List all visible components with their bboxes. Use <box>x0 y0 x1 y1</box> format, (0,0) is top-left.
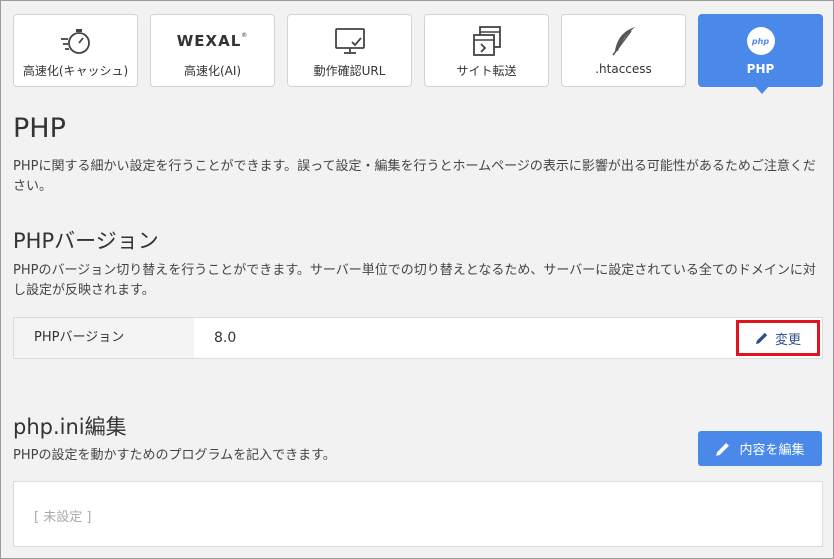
tab-check-url[interactable]: 動作確認URL <box>287 14 412 87</box>
tab-label: 高速化(キャッシュ) <box>22 64 129 78</box>
php-version-description: PHPのバージョン切り替えを行うことができます。サーバー単位での切り替えとなるた… <box>13 263 816 298</box>
change-button-label: 変更 <box>774 332 801 348</box>
php-ini-heading: php.ini編集 <box>13 415 127 439</box>
php-version-value: 8.0 <box>214 330 237 346</box>
monitor-check-icon <box>288 25 411 57</box>
tab-label: 動作確認URL <box>313 64 386 78</box>
tab-label: PHP <box>746 62 775 76</box>
php-icon: php <box>746 27 775 55</box>
feature-tabs: 高速化(キャッシュ) WEXAL ® 高速化(AI) 動作確認URL サイト転送… <box>13 14 823 94</box>
change-version-button[interactable]: 変更 <box>736 320 820 356</box>
tab-ai-speedup[interactable]: WEXAL ® 高速化(AI) <box>150 14 275 87</box>
tab-label: サイト転送 <box>456 64 517 78</box>
php-version-row: PHPバージョン 8.0 変更 <box>13 317 823 359</box>
wexal-logo: WEXAL ® <box>176 32 249 50</box>
page-title: PHP <box>13 113 66 144</box>
feather-icon <box>562 25 685 57</box>
page-description: PHPに関する細かい設定を行うことができます。誤って設定・編集を行うとホームペー… <box>13 159 816 194</box>
edit-content-button[interactable]: 内容を編集 <box>698 431 822 466</box>
php-ini-content: [ 未設定 ] <box>13 481 823 547</box>
php-version-heading: PHPバージョン <box>13 229 159 253</box>
unset-placeholder: [ 未設定 ] <box>34 510 92 525</box>
pencil-icon <box>755 332 768 344</box>
php-ini-description: PHPの設定を動かすためのプログラムを記入できます。 <box>13 448 336 463</box>
wexal-logo-text: WEXAL <box>176 32 242 50</box>
tab-label: 高速化(AI) <box>183 64 242 78</box>
tab-site-transfer[interactable]: サイト転送 <box>424 14 549 87</box>
edit-button-label: 内容を編集 <box>739 443 805 458</box>
site-transfer-icon <box>425 25 548 57</box>
tab-cache-speedup[interactable]: 高速化(キャッシュ) <box>13 14 138 87</box>
stopwatch-icon <box>14 25 137 57</box>
tab-label: .htaccess <box>595 62 652 76</box>
tab-htaccess[interactable]: .htaccess <box>561 14 686 87</box>
php-version-label: PHPバージョン <box>14 318 194 358</box>
pencil-icon <box>716 442 730 456</box>
tab-php[interactable]: php PHP <box>698 14 823 94</box>
